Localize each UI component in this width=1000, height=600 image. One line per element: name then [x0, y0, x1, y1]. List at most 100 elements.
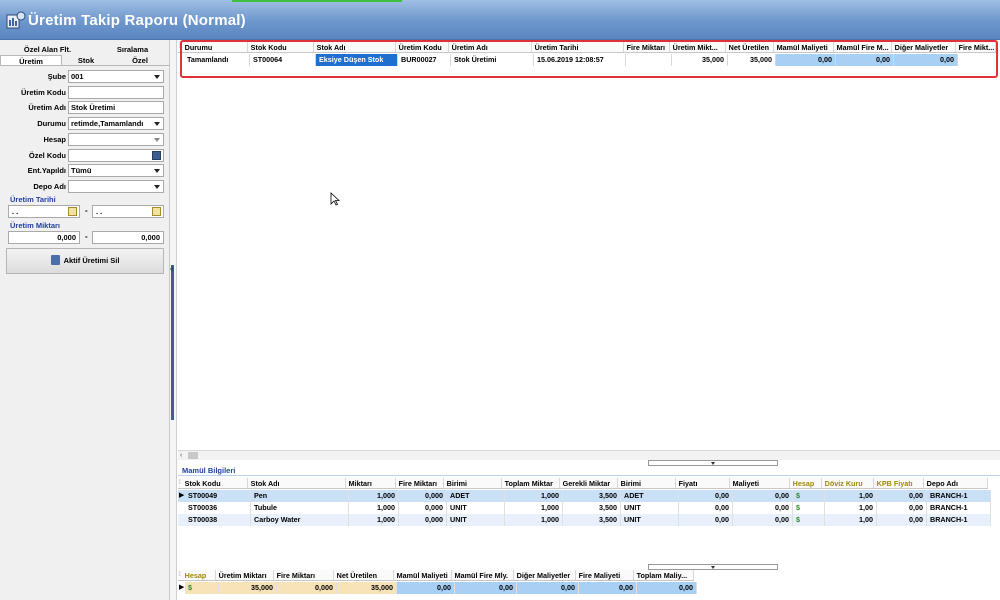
uretim-adi-input[interactable]: Stok Üretimi	[68, 101, 164, 114]
table-cell[interactable]: 1,00	[825, 514, 877, 526]
column-header[interactable]: Gerekli Miktar	[560, 478, 618, 488]
table-cell[interactable]: BRANCH-1	[927, 490, 991, 502]
table-cell[interactable]: Tubule	[251, 502, 349, 514]
table-cell[interactable]: 1,000	[505, 490, 563, 502]
calendar-icon[interactable]	[152, 207, 161, 216]
table-cell[interactable]: 0,00	[397, 582, 455, 594]
table-cell[interactable]: 0,00	[517, 582, 579, 594]
lookup-icon[interactable]	[152, 151, 161, 160]
column-header[interactable]: Birimi	[444, 478, 502, 488]
column-header[interactable]: Hesap	[790, 478, 822, 488]
table-cell[interactable]: $	[185, 582, 219, 594]
table-cell[interactable]: 0,00	[733, 514, 793, 526]
table-cell[interactable]: BRANCH-1	[927, 514, 991, 526]
table-cell[interactable]: 1,000	[349, 490, 399, 502]
uretim-tarihi-from[interactable]: . .	[8, 205, 80, 218]
splitter-grip[interactable]	[171, 265, 174, 420]
column-header[interactable]: Döviz Kuru	[822, 478, 874, 488]
table-cell[interactable]: UNIT	[621, 514, 679, 526]
column-header[interactable]: Mamül Fire Mly.	[452, 570, 514, 580]
scroll-left-icon[interactable]: ‹	[180, 452, 182, 459]
tab-uretim[interactable]: Üretim	[0, 55, 62, 66]
table-cell[interactable]: 1,000	[505, 502, 563, 514]
uretim-tarihi-to[interactable]: . .	[92, 205, 164, 218]
uretim-kodu-input[interactable]	[68, 86, 164, 99]
table-cell[interactable]: 0,00	[877, 514, 927, 526]
table-cell[interactable]: 0,00	[579, 582, 637, 594]
table-cell[interactable]: UNIT	[447, 514, 505, 526]
column-header[interactable]: Miktarı	[346, 478, 396, 488]
table-cell[interactable]: 3,500	[563, 502, 621, 514]
table-cell[interactable]: 0,00	[679, 514, 733, 526]
table-cell[interactable]: 1,000	[505, 514, 563, 526]
table-cell[interactable]: 0,00	[733, 490, 793, 502]
tab-ozel[interactable]: Özel	[110, 55, 170, 65]
table-cell[interactable]: 1,00	[825, 502, 877, 514]
table-cell[interactable]: 0,00	[679, 490, 733, 502]
table-cell[interactable]: ST00036	[185, 502, 251, 514]
table-cell[interactable]: 1,000	[349, 502, 399, 514]
uretim-miktari-to[interactable]: 0,000	[92, 231, 164, 244]
column-header[interactable]: Net Üretilen	[334, 570, 394, 580]
sube-select[interactable]: 001	[68, 70, 164, 83]
summary-row[interactable]: ▶ $35,000 0,000 35,000 0,00 0,00 0,00 0,00 0,00	[178, 582, 697, 594]
table-cell[interactable]: 0,000	[399, 502, 447, 514]
column-header[interactable]: Stok Adı	[248, 478, 346, 488]
table-cell[interactable]: ADET	[447, 490, 505, 502]
ozel-kodu-input[interactable]	[68, 149, 164, 162]
column-header[interactable]: Toplam Miktar	[502, 478, 560, 488]
column-header[interactable]: Fire Miktarı	[396, 478, 444, 488]
column-header[interactable]: Mamül Maliyeti	[394, 570, 452, 580]
scroll-thumb[interactable]	[188, 452, 198, 459]
column-header[interactable]: KPB Fiyatı	[874, 478, 924, 488]
table-cell[interactable]: Pen	[251, 490, 349, 502]
column-header[interactable]: Depo Adı	[924, 478, 988, 488]
table-cell[interactable]: 0,000	[277, 582, 337, 594]
table-cell[interactable]: $	[793, 490, 825, 502]
column-header[interactable]: Diğer Maliyetler	[514, 570, 576, 580]
table-cell[interactable]: 1,000	[349, 514, 399, 526]
collapse-left-icon[interactable]	[170, 266, 173, 272]
horizontal-scrollbar[interactable]: ‹	[178, 450, 1000, 460]
column-header[interactable]: Maliyeti	[730, 478, 790, 488]
table-cell[interactable]: 0,000	[399, 490, 447, 502]
column-header[interactable]: Toplam Maliy...	[634, 570, 694, 580]
tab-stok[interactable]: Stok	[62, 55, 110, 65]
tab-ozel-alan-flt[interactable]: Özel Alan Flt.	[0, 44, 95, 55]
column-header[interactable]: Üretim Miktarı	[216, 570, 274, 580]
depo-adi-select[interactable]	[68, 180, 164, 193]
table-row[interactable]: ST00038 Carboy Water 1,000 0,000 UNIT 1,000 3,…	[178, 514, 991, 526]
table-cell[interactable]: 0,00	[877, 490, 927, 502]
panel-splitter[interactable]	[170, 40, 177, 600]
table-cell[interactable]: 35,000	[337, 582, 397, 594]
table-cell[interactable]: ST00049	[185, 490, 251, 502]
table-cell[interactable]: 0,00	[637, 582, 697, 594]
calendar-icon[interactable]	[68, 207, 77, 216]
durumu-select[interactable]: retimde,Tamamlandı	[68, 117, 164, 130]
hesap-select[interactable]	[68, 133, 164, 146]
column-header[interactable]: Fiyatı	[676, 478, 730, 488]
table-cell[interactable]: 0,00	[733, 502, 793, 514]
table-cell[interactable]: 1,00	[825, 490, 877, 502]
table-cell[interactable]: Carboy Water	[251, 514, 349, 526]
table-cell[interactable]: $	[793, 514, 825, 526]
tab-siralama[interactable]: Sıralama	[95, 44, 170, 55]
table-cell[interactable]: 3,500	[563, 514, 621, 526]
column-header[interactable]: Fire Maliyeti	[576, 570, 634, 580]
column-header[interactable]: Hesap	[182, 570, 216, 580]
table-cell[interactable]: BRANCH-1	[927, 502, 991, 514]
table-row[interactable]: ▶ ST00049 Pen 1,000 0,000 ADET 1,000 3,500 ADET 0…	[178, 490, 991, 502]
table-cell[interactable]: $	[793, 502, 825, 514]
table-cell[interactable]: ADET	[621, 490, 679, 502]
column-header[interactable]: Fire Miktarı	[274, 570, 334, 580]
table-cell[interactable]: 3,500	[563, 490, 621, 502]
table-cell[interactable]: ST00038	[185, 514, 251, 526]
column-header[interactable]: Stok Kodu	[182, 478, 248, 488]
table-cell[interactable]: 35,000	[219, 582, 277, 594]
uretim-miktari-from[interactable]: 0,000	[8, 231, 80, 244]
column-header[interactable]: Birimi	[618, 478, 676, 488]
table-cell[interactable]: UNIT	[621, 502, 679, 514]
ent-yapildi-select[interactable]: Tümü	[68, 164, 164, 177]
table-cell[interactable]: 0,00	[455, 582, 517, 594]
table-cell[interactable]: 0,000	[399, 514, 447, 526]
